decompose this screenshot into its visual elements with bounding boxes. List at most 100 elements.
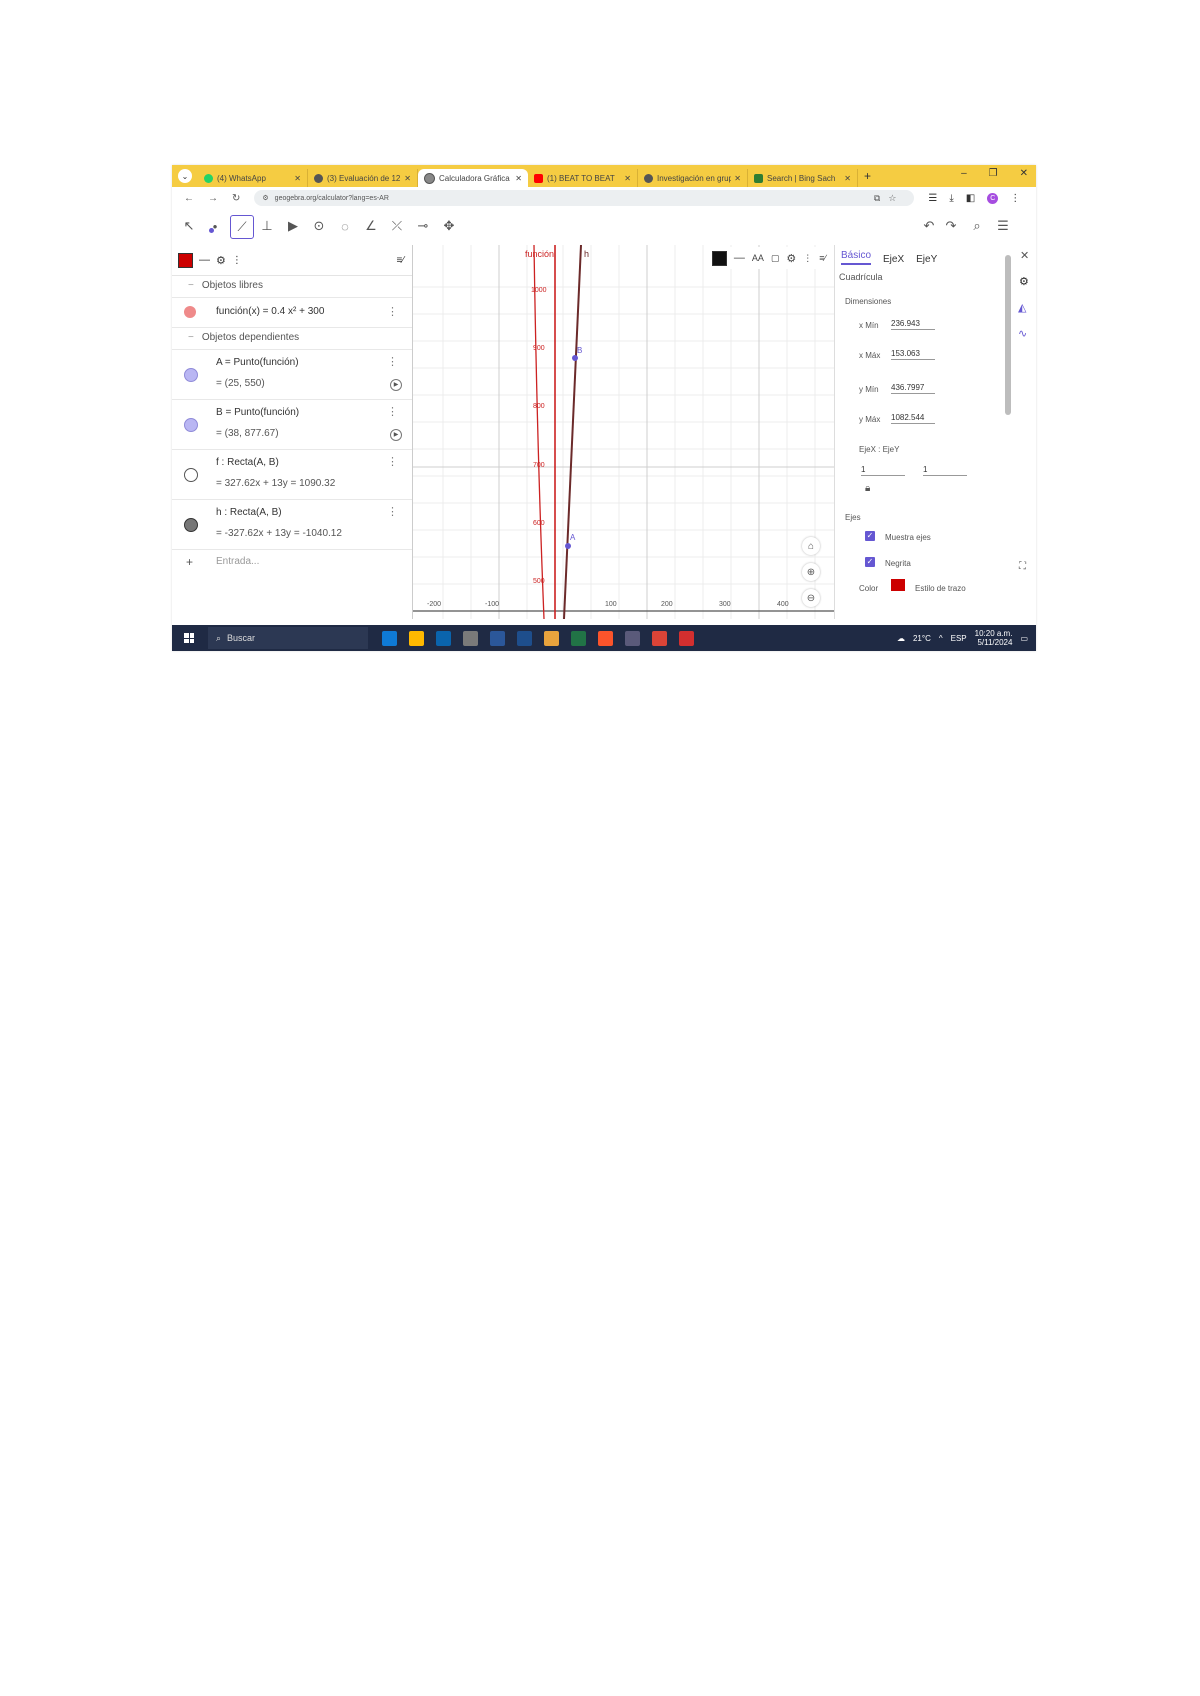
graphics-view[interactable]: 1000 900 800 700 600 500 -200 -100 100 2… (413, 245, 834, 619)
point-tool-icon[interactable]: • (204, 215, 226, 237)
profile-avatar[interactable]: C (987, 192, 999, 204)
reload-icon[interactable]: ↻ (232, 193, 240, 204)
edge-icon[interactable] (382, 630, 397, 646)
polygon-tool-icon[interactable]: ▶ (282, 215, 304, 237)
more-options-icon[interactable]: ⋮ (387, 305, 398, 318)
visibility-toggle[interactable] (184, 418, 198, 432)
file-explorer-icon[interactable] (409, 630, 424, 646)
slider-tool-icon[interactable]: ⊸ (412, 215, 434, 237)
axes-color-swatch[interactable] (891, 579, 905, 591)
more-options-icon[interactable]: ⋮ (803, 253, 812, 264)
visibility-toggle[interactable] (184, 518, 198, 532)
browser-tab[interactable]: (3) Evaluación de 12 ✕ (308, 169, 418, 187)
circle-three-points-icon[interactable]: ◌ (334, 215, 356, 237)
ymax-input[interactable]: 1082.544 (891, 413, 935, 424)
browser-tab[interactable]: (4) WhatsApp ✕ (198, 169, 308, 187)
printer-icon[interactable] (463, 630, 478, 646)
function-curve[interactable] (533, 245, 545, 619)
chrome-icon[interactable] (652, 630, 667, 646)
circle-tool-icon[interactable]: ⊙ (308, 215, 330, 237)
undo-icon[interactable]: ↶ (918, 215, 940, 237)
side-panel-icon[interactable]: ◧ (966, 193, 975, 204)
download-icon[interactable]: ⤓ (949, 193, 953, 204)
list-item[interactable]: A = Punto(función) = (25, 550) ⋮ ▶ (172, 349, 412, 400)
tab-y-axis[interactable]: EjeY (916, 254, 937, 265)
free-objects-header-row[interactable]: − Objetos libres (172, 275, 412, 298)
ratio-x-input[interactable]: 1 (861, 465, 905, 476)
dependent-objects-header-row[interactable]: − Objetos dependientes (172, 327, 412, 350)
lock-icon[interactable]: 🔒︎ (865, 483, 870, 494)
close-icon[interactable]: ✕ (734, 174, 741, 183)
visibility-toggle[interactable] (184, 306, 196, 318)
line-style-icon[interactable]: — (734, 252, 745, 264)
more-options-icon[interactable]: ⋮ (387, 355, 398, 368)
graphics-view-toggle-icon[interactable]: ≡∕ (819, 253, 826, 263)
maximize-button[interactable]: ❐ (989, 168, 998, 179)
site-info-icon[interactable]: ⚙ (262, 194, 268, 202)
reflect-tool-icon[interactable]: ⤫ (386, 215, 408, 237)
point-b[interactable] (572, 355, 578, 361)
algebra-view-toggle-icon[interactable]: ≡∕ (396, 255, 404, 266)
gear-icon[interactable]: ⚙ (786, 252, 796, 265)
tab-search-icon[interactable]: ⌄ (178, 169, 192, 183)
ymin-input[interactable]: 436.7997 (891, 383, 935, 394)
weather-icon[interactable]: ☁ (897, 634, 905, 643)
new-tab-button[interactable]: + (864, 169, 871, 183)
browser-menu-icon[interactable]: ⋮ (1010, 193, 1020, 204)
properties-scrollbar[interactable] (1005, 255, 1011, 415)
play-icon[interactable]: ▶ (390, 379, 402, 391)
input-row[interactable]: + Entrada... (172, 549, 412, 575)
graphics-settings-icon[interactable]: ◭ (1018, 301, 1026, 314)
language-indicator[interactable]: ESP (951, 634, 967, 643)
excel-icon[interactable] (571, 630, 586, 646)
browser-tab-active[interactable]: Calculadora Gráfica ✕ (418, 169, 528, 187)
taskbar-search[interactable]: ⌕ Buscar (208, 627, 368, 649)
gear-icon[interactable]: ⚙ (216, 254, 226, 267)
redo-icon[interactable]: ↷ (940, 215, 962, 237)
notifications-icon[interactable]: ▭ (1020, 634, 1028, 643)
more-options-icon[interactable]: ⋮ (387, 505, 398, 518)
plus-icon[interactable]: + (186, 555, 193, 569)
play-icon[interactable]: ▶ (390, 429, 402, 441)
browser-tab[interactable]: Search | Bing Sach ✕ (748, 169, 858, 187)
minimize-button[interactable]: – (961, 168, 967, 179)
list-item[interactable]: función(x) = 0.4 x² + 300 ⋮ (172, 297, 412, 328)
document-icon[interactable] (517, 630, 532, 646)
graph-canvas[interactable]: 1000 900 800 700 600 500 -200 -100 100 2… (413, 245, 834, 619)
home-icon[interactable]: ⌂ (802, 537, 820, 555)
browser-tab[interactable]: (1) BEAT TO BEAT ✕ (528, 169, 638, 187)
close-icon[interactable]: ✕ (1020, 249, 1029, 262)
line-h[interactable] (563, 245, 582, 619)
close-window-button[interactable]: ✕ (1020, 168, 1028, 179)
fullscreen-icon[interactable]: ⛶ (1019, 561, 1026, 572)
bookmark-star-icon[interactable]: ⧉☆ (874, 193, 905, 204)
show-axes-checkbox[interactable]: ✓ (865, 531, 875, 541)
angle-tool-icon[interactable]: ∠ (360, 215, 382, 237)
gear-icon[interactable]: ⚙ (1019, 275, 1029, 288)
algebra-settings-icon[interactable]: ∿ (1018, 327, 1027, 340)
visibility-toggle[interactable] (184, 468, 198, 482)
bold-checkbox[interactable]: ✓ (865, 557, 875, 567)
forward-icon[interactable]: → (208, 193, 218, 204)
word-icon[interactable] (490, 630, 505, 646)
tab-x-axis[interactable]: EjeX (883, 254, 904, 265)
list-item[interactable]: h : Recta(A, B) = -327.62x + 13y = -1040… (172, 499, 412, 550)
move-tool-icon[interactable]: ↖ (178, 215, 200, 237)
close-icon[interactable]: ✕ (515, 174, 522, 183)
color-swatch[interactable] (178, 252, 193, 268)
zoom-out-icon[interactable]: ⊖ (802, 589, 820, 607)
xmin-input[interactable]: 236.943 (891, 319, 935, 330)
list-item[interactable]: B = Punto(función) = (38, 877.67) ⋮ ▶ (172, 399, 412, 450)
more-options-icon[interactable]: ⋮ (387, 405, 398, 418)
menu-icon[interactable]: ☰ (992, 215, 1014, 237)
url-field[interactable]: ⚙ geogebra.org/calculator?lang=es-AR ⧉☆ (254, 190, 915, 206)
search-icon[interactable]: ⌕ (966, 215, 988, 237)
zoom-in-icon[interactable]: ⊕ (802, 563, 820, 581)
xmax-input[interactable]: 153.063 (891, 349, 935, 360)
more-options-icon[interactable]: ⋮ (232, 255, 242, 266)
clock[interactable]: 10:20 a.m. 5/11/2024 (975, 629, 1013, 647)
windows-start-icon[interactable] (184, 633, 194, 643)
ratio-y-input[interactable]: 1 (923, 465, 967, 476)
close-icon[interactable]: ✕ (844, 174, 851, 183)
reading-list-icon[interactable]: ☰ (928, 193, 937, 204)
